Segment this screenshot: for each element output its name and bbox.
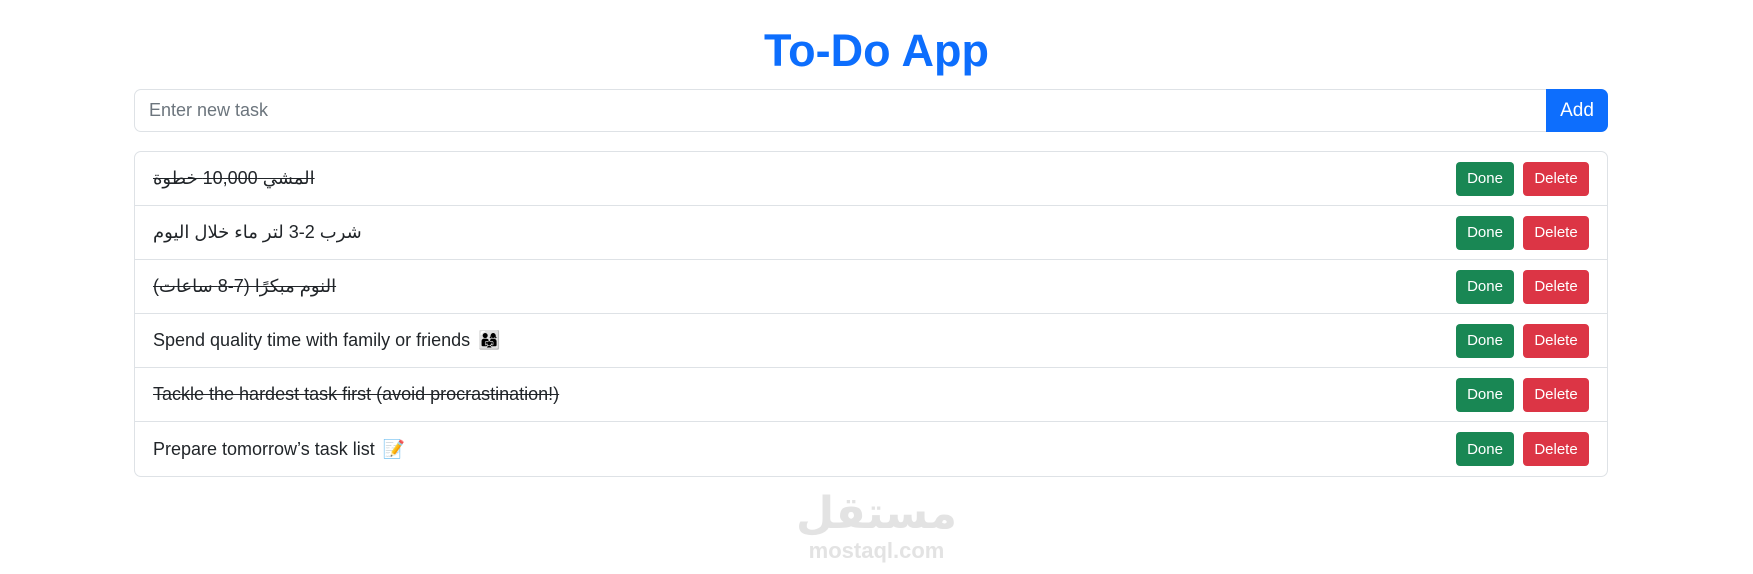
task-item: شرب 2-3 لتر ماء خلال اليوم Done Delete xyxy=(135,206,1607,260)
done-button[interactable]: Done xyxy=(1456,161,1514,196)
memo-emoji-icon: 📝 xyxy=(382,438,406,459)
delete-button[interactable]: Delete xyxy=(1523,161,1589,196)
done-button[interactable]: Done xyxy=(1456,215,1514,250)
task-item: Prepare tomorrow’s task list 📝 Done Delet… xyxy=(135,422,1607,476)
watermark-url: mostaql.com xyxy=(808,538,945,563)
task-label: شرب 2-3 لتر ماء خلال اليوم xyxy=(153,222,362,242)
task-text: Spend quality time with family or friend… xyxy=(153,330,1456,351)
task-item: Spend quality time with family or friend… xyxy=(135,314,1607,368)
task-text: Prepare tomorrow’s task list 📝 xyxy=(153,439,1456,460)
done-button[interactable]: Done xyxy=(1456,432,1514,466)
task-item: Tackle the hardest task first (avoid pro… xyxy=(135,368,1607,422)
delete-button[interactable]: Delete xyxy=(1523,323,1589,358)
watermark-logo: مستقل xyxy=(796,489,957,538)
task-label: المشي 10,000 خطوة xyxy=(153,168,315,188)
watermark: مستقل mostaql.com xyxy=(0,492,1753,564)
task-text: النوم مبكرًا (7-8 ساعات) xyxy=(153,276,1456,297)
task-label: Prepare tomorrow’s task list xyxy=(153,438,375,459)
delete-button[interactable]: Delete xyxy=(1523,432,1589,466)
task-text: المشي 10,000 خطوة xyxy=(153,168,1456,189)
done-button[interactable]: Done xyxy=(1456,269,1514,304)
task-label: النوم مبكرًا (7-8 ساعات) xyxy=(153,276,337,296)
delete-button[interactable]: Delete xyxy=(1523,377,1589,412)
task-list: المشي 10,000 خطوة Done Delete شرب 2-3 لت… xyxy=(134,151,1608,477)
todo-app: To-Do App Add المشي 10,000 خطوة Done Del… xyxy=(0,0,1753,574)
delete-button[interactable]: Delete xyxy=(1523,269,1589,304)
task-text: Tackle the hardest task first (avoid pro… xyxy=(153,384,1456,405)
task-label: Tackle the hardest task first (avoid pro… xyxy=(153,384,560,404)
done-button[interactable]: Done xyxy=(1456,377,1514,412)
new-task-input[interactable] xyxy=(134,89,1546,132)
delete-button[interactable]: Delete xyxy=(1523,215,1589,250)
task-item: المشي 10,000 خطوة Done Delete xyxy=(135,152,1607,206)
new-task-form: Add xyxy=(134,89,1608,132)
task-item: النوم مبكرًا (7-8 ساعات) Done Delete xyxy=(135,260,1607,314)
family-emoji-icon: 👨‍👩‍👧 xyxy=(478,330,501,350)
task-label: Spend quality time with family or friend… xyxy=(153,330,471,350)
add-task-button[interactable]: Add xyxy=(1546,89,1608,132)
done-button[interactable]: Done xyxy=(1456,323,1514,358)
task-text: شرب 2-3 لتر ماء خلال اليوم xyxy=(153,222,1456,243)
page-title: To-Do App xyxy=(764,25,989,76)
